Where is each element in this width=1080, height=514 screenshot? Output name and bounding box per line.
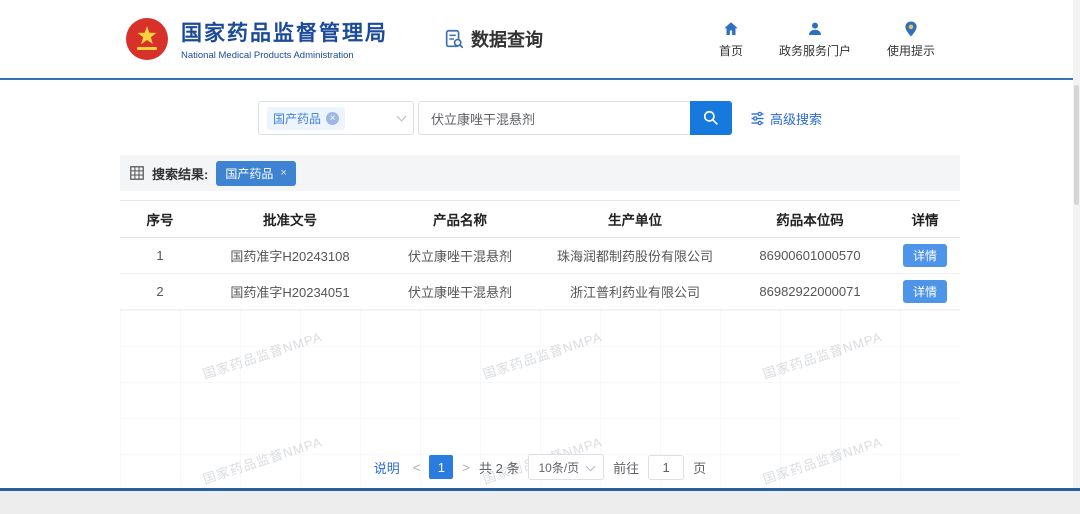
site-header: 国家药品监督管理局 National Medical Products Admi… bbox=[0, 0, 1080, 80]
search-icon bbox=[703, 110, 718, 125]
page-title-text: 数据查询 bbox=[471, 30, 543, 50]
active-filter-tag-label: 国产药品 bbox=[225, 166, 274, 181]
cell-product-name: 伏立康唑干混悬剂 bbox=[380, 273, 540, 310]
cell-drug-code: 86900601000570 bbox=[730, 237, 890, 274]
nmpa-logo: 国家药品监督管理局 National Medical Products Admi… bbox=[125, 17, 388, 61]
col-header-detail: 详情 bbox=[890, 200, 960, 238]
page-size-value: 10条/页 bbox=[538, 460, 580, 475]
category-select[interactable]: 国产药品 × bbox=[257, 101, 414, 135]
pin-icon bbox=[905, 21, 917, 36]
total-count-text: 共 2 条 bbox=[479, 460, 520, 476]
prev-page-button[interactable]: < bbox=[413, 460, 421, 475]
category-tag-remove-icon[interactable]: × bbox=[326, 111, 339, 125]
data-query-icon bbox=[445, 29, 464, 49]
results-table: 序号 批准文号 产品名称 生产单位 药品本位码 详情 1 国药准字H202431… bbox=[120, 200, 960, 310]
watermark: 国家药品监督NMPA bbox=[481, 329, 605, 382]
goto-label: 前往 bbox=[613, 460, 640, 476]
category-tag: 国产药品 × bbox=[266, 106, 345, 130]
vertical-scrollbar[interactable] bbox=[1073, 0, 1080, 488]
home-icon bbox=[724, 21, 738, 35]
cell-manufacturer: 浙江普利药业有限公司 bbox=[540, 273, 730, 310]
nav-item-home[interactable]: 首页 bbox=[719, 20, 743, 59]
results-bar: 搜索结果: 国产药品 × bbox=[120, 155, 960, 191]
search-row: 国产药品 × 高级搜索 bbox=[0, 101, 1080, 135]
results-table-wrap: 序号 批准文号 产品名称 生产单位 药品本位码 详情 1 国药准字H202431… bbox=[120, 200, 960, 490]
col-header-drug-code: 药品本位码 bbox=[730, 200, 890, 238]
results-grid-icon bbox=[130, 166, 144, 180]
nav-label-usage-tips: 使用提示 bbox=[886, 43, 935, 58]
pagination: 说明 < 1 > 共 2 条 10条/页 前往 页 bbox=[120, 454, 960, 480]
col-header-manufacturer: 生产单位 bbox=[540, 200, 730, 238]
cell-product-name: 伏立康唑干混悬剂 bbox=[380, 237, 540, 274]
top-nav: 首页 政务服务门户 使用提示 bbox=[719, 20, 935, 59]
next-page-button[interactable]: > bbox=[462, 460, 470, 475]
cell-approval-no: 国药准字H20234051 bbox=[200, 273, 380, 310]
nav-item-gov-portal[interactable]: 政务服务门户 bbox=[779, 20, 851, 59]
table-row: 2 国药准字H20234051 伏立康唑干混悬剂 浙江普利药业有限公司 8698… bbox=[120, 273, 960, 310]
search-button[interactable] bbox=[689, 101, 732, 135]
detail-button[interactable]: 详情 bbox=[902, 244, 947, 267]
results-label: 搜索结果: bbox=[152, 166, 209, 182]
chevron-down-icon bbox=[396, 111, 407, 122]
advanced-search-link[interactable]: 高级搜索 bbox=[750, 109, 822, 128]
watermark: 国家药品监督NMPA bbox=[761, 329, 885, 382]
table-header-row: 序号 批准文号 产品名称 生产单位 药品本位码 详情 bbox=[120, 200, 960, 238]
page-number-button[interactable]: 1 bbox=[429, 455, 454, 479]
cell-index: 1 bbox=[120, 237, 200, 274]
scrollbar-thumb[interactable] bbox=[1074, 85, 1079, 205]
org-name-en: National Medical Products Administration bbox=[181, 50, 354, 61]
col-header-product-name: 产品名称 bbox=[380, 200, 540, 238]
watermark: 国家药品监督NMPA bbox=[201, 329, 325, 382]
col-header-index: 序号 bbox=[120, 200, 200, 238]
nav-label-home: 首页 bbox=[718, 43, 743, 58]
nav-item-usage-tips[interactable]: 使用提示 bbox=[887, 20, 935, 59]
user-icon bbox=[808, 22, 821, 35]
search-input[interactable] bbox=[417, 101, 690, 135]
col-header-approval-no: 批准文号 bbox=[200, 200, 380, 238]
nav-label-gov-portal: 政务服务门户 bbox=[778, 43, 851, 58]
search-input-group bbox=[417, 101, 732, 135]
filter-icon bbox=[751, 111, 764, 125]
page-title: 数据查询 bbox=[443, 26, 543, 52]
goto-page-input[interactable] bbox=[648, 454, 685, 480]
goto-suffix: 页 bbox=[693, 460, 707, 476]
footer-bar bbox=[0, 488, 1080, 514]
org-names: 国家药品监督管理局 National Medical Products Admi… bbox=[181, 17, 388, 61]
cell-manufacturer: 珠海润都制药股份有限公司 bbox=[540, 237, 730, 274]
national-emblem-icon bbox=[126, 18, 168, 60]
page-size-select[interactable]: 10条/页 bbox=[528, 454, 605, 480]
cell-drug-code: 86982922000071 bbox=[730, 273, 890, 310]
category-tag-label: 国产药品 bbox=[272, 111, 321, 126]
detail-button[interactable]: 详情 bbox=[902, 280, 947, 303]
note-link[interactable]: 说明 bbox=[374, 458, 400, 477]
filter-tag-close-icon[interactable]: × bbox=[280, 167, 286, 179]
cell-approval-no: 国药准字H20243108 bbox=[200, 237, 380, 274]
active-filter-tag: 国产药品 × bbox=[216, 160, 296, 186]
table-row: 1 国药准字H20243108 伏立康唑干混悬剂 珠海润都制药股份有限公司 86… bbox=[120, 237, 960, 274]
page: 国家药品监督管理局 National Medical Products Admi… bbox=[0, 0, 1080, 514]
org-name-cn: 国家药品监督管理局 bbox=[181, 22, 388, 45]
cell-index: 2 bbox=[120, 273, 200, 310]
chevron-down-icon bbox=[585, 461, 596, 471]
advanced-search-label: 高级搜索 bbox=[769, 111, 822, 127]
table-empty-area: 国家药品监督NMPA 国家药品监督NMPA 国家药品监督NMPA 国家药品监督N… bbox=[120, 310, 960, 490]
